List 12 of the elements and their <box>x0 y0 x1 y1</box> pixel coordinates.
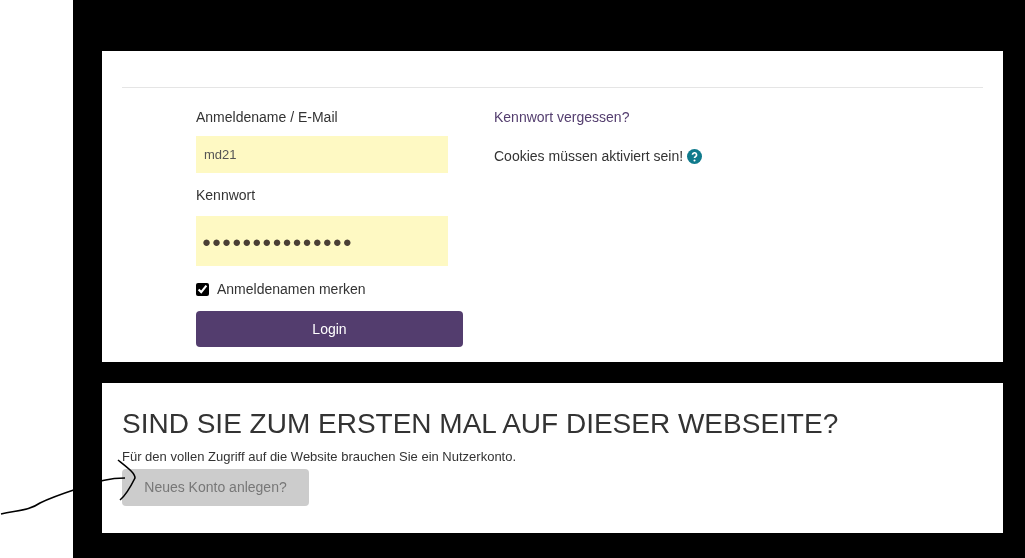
username-label: Anmeldename / E-Mail <box>196 108 339 126</box>
forgot-password-link[interactable]: Kennwort vergessen? <box>494 108 703 126</box>
remember-checkbox[interactable] <box>196 283 209 296</box>
password-field[interactable]: ●●●●●●●●●●●●●●● <box>196 216 448 266</box>
cookies-note: Cookies müssen aktiviert sein! <box>494 147 684 166</box>
signup-heading: SIND SIE ZUM ERSTEN MAL AUF DIESER WEBSEITE? <box>122 407 839 441</box>
login-button[interactable]: Login <box>196 311 463 347</box>
remember-label: Anmeldenamen merken <box>217 280 366 299</box>
signup-text: Für den vollen Zugriff auf die Website brauchen Sie ein Nutzerkonto. <box>122 449 517 465</box>
username-field[interactable]: md21 <box>196 136 448 173</box>
help-icon[interactable] <box>687 149 703 164</box>
password-label: Kennwort <box>196 186 257 204</box>
